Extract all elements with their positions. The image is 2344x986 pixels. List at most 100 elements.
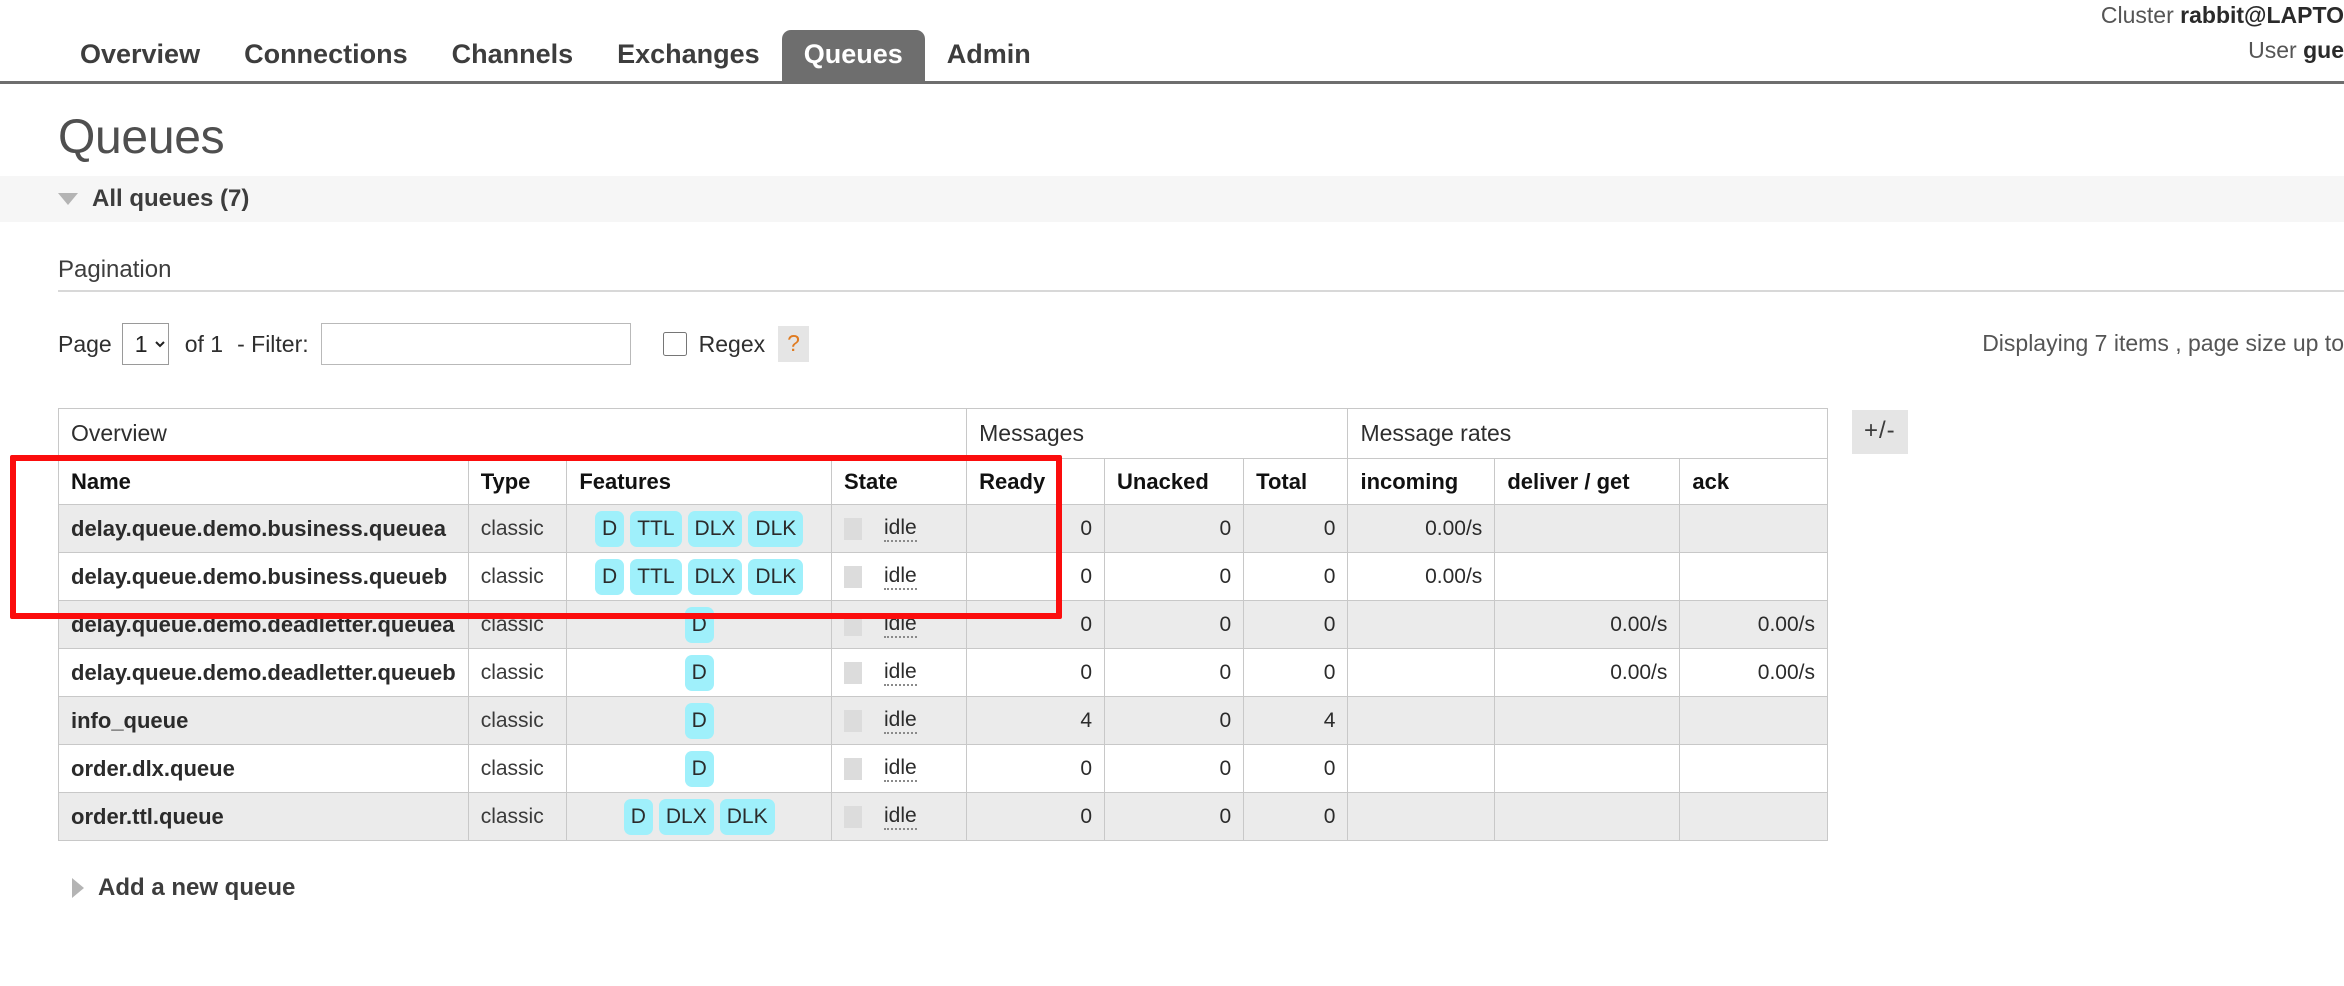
queue-deliver-get-cell <box>1494 744 1681 793</box>
queue-incoming-cell: 0.00/s <box>1347 552 1496 601</box>
table-row[interactable]: delay.queue.demo.business.queueb classic D… <box>58 552 1828 601</box>
table-row[interactable]: delay.queue.demo.business.queuea classic D… <box>58 504 1828 553</box>
column-header-deliver-get[interactable]: deliver / get <box>1494 458 1681 505</box>
queue-total-cell: 0 <box>1243 648 1349 697</box>
column-header-name[interactable]: Name <box>58 458 469 505</box>
state-square-icon <box>844 709 862 732</box>
queue-type-cell: classic <box>467 552 568 601</box>
state-indicator-wrap: idle <box>844 516 954 542</box>
queue-type-cell: classic <box>467 792 568 841</box>
state-square-icon <box>844 565 862 588</box>
queue-deliver-get-cell <box>1494 792 1681 841</box>
feature-badge-d: D <box>684 654 714 691</box>
displaying-items-info: Displaying 7 items , page size up to <box>1982 330 2344 356</box>
status-badge: idle <box>884 564 917 590</box>
column-header-state[interactable]: State <box>830 458 968 505</box>
queue-type-cell: classic <box>467 504 568 553</box>
chevron-down-icon[interactable] <box>58 193 78 205</box>
status-badge: idle <box>884 612 917 638</box>
table-group-header-row: Overview Messages Message rates <box>57 408 1828 459</box>
column-header-ready[interactable]: Ready <box>966 458 1106 505</box>
queue-features-cell: D <box>566 696 832 745</box>
help-icon[interactable]: ? <box>778 326 809 362</box>
nav-tab-admin[interactable]: Admin <box>925 30 1053 81</box>
status-badge: idle <box>884 708 917 734</box>
queue-incoming-cell <box>1347 648 1496 697</box>
queue-name-cell[interactable]: delay.queue.demo.business.queuea <box>58 504 469 553</box>
queue-ready-cell: 4 <box>966 696 1106 745</box>
queue-features-cell: D DLX DLK <box>566 792 832 841</box>
queue-state-cell: idle <box>830 696 968 745</box>
nav-list: Overview Connections Channels Exchanges … <box>0 20 2344 81</box>
queue-unacked-cell: 0 <box>1104 552 1245 601</box>
table-row[interactable]: order.dlx.queue classic Didle 0 0 0 <box>58 744 1828 793</box>
queue-total-cell: 0 <box>1243 552 1349 601</box>
queue-type-cell: classic <box>467 648 568 697</box>
queue-state-cell: idle <box>830 504 968 553</box>
queue-ack-cell <box>1679 744 1828 793</box>
nav-tab-overview[interactable]: Overview <box>58 30 222 81</box>
table-row[interactable]: delay.queue.demo.deadletter.queuea classi… <box>58 600 1828 649</box>
nav-tab-channels[interactable]: Channels <box>430 30 596 81</box>
queue-ack-cell <box>1679 504 1828 553</box>
table-row[interactable]: delay.queue.demo.deadletter.queueb classi… <box>58 648 1828 697</box>
queue-name-cell[interactable]: delay.queue.demo.deadletter.queuea <box>58 600 469 649</box>
table-row[interactable]: info_queue classic Didle 4 0 4 <box>58 696 1828 745</box>
queue-name-cell[interactable]: order.dlx.queue <box>58 744 469 793</box>
queue-name-cell[interactable]: delay.queue.demo.business.queueb <box>58 552 469 601</box>
column-header-features[interactable]: Features <box>566 458 832 505</box>
state-square-icon <box>844 517 862 540</box>
pagination-heading: Pagination <box>58 256 172 283</box>
queue-ack-cell <box>1679 552 1828 601</box>
queue-total-cell: 0 <box>1243 744 1349 793</box>
queue-incoming-cell: 0.00/s <box>1347 504 1496 553</box>
group-header-messages: Messages <box>966 408 1349 459</box>
feature-badge-dlk: DLK <box>719 798 775 835</box>
column-header-ack[interactable]: ack <box>1679 458 1828 505</box>
queue-total-cell: 0 <box>1243 792 1349 841</box>
feature-badge-dlx: DLX <box>687 558 743 595</box>
queue-ready-cell: 0 <box>966 504 1106 553</box>
table-row[interactable]: order.ttl.queue classic D DLX DLK idle 0 0 0 <box>58 792 1828 841</box>
queues-table-body: delay.queue.demo.business.queuea classic D… <box>58 504 1828 841</box>
feature-badge-dlx: DLX <box>658 798 714 835</box>
regex-checkbox[interactable] <box>662 332 687 356</box>
nav-tab-connections[interactable]: Connections <box>222 30 430 81</box>
all-queues-section-toggle[interactable]: All queues (7) <box>0 176 2344 222</box>
page-label: Page <box>58 330 112 357</box>
nav-tab-queues[interactable]: Queues <box>781 30 925 81</box>
column-header-incoming[interactable]: incoming <box>1347 458 1496 505</box>
queue-name-cell[interactable]: info_queue <box>58 696 469 745</box>
status-badge: idle <box>884 804 917 830</box>
status-badge: idle <box>884 660 917 686</box>
column-header-unacked[interactable]: Unacked <box>1104 458 1245 505</box>
queue-features-cell: D <box>566 744 832 793</box>
column-header-total[interactable]: Total <box>1243 458 1349 505</box>
queue-incoming-cell <box>1347 696 1496 745</box>
queue-deliver-get-cell: 0.00/s <box>1494 648 1681 697</box>
column-header-type[interactable]: Type <box>467 458 568 505</box>
page-total-label: of 1 <box>184 330 224 357</box>
queue-state-cell: idle <box>830 552 968 601</box>
queue-name-cell[interactable]: order.ttl.queue <box>58 792 469 841</box>
nav-tab-exchanges[interactable]: Exchanges <box>595 30 782 81</box>
group-header-overview: Overview <box>57 408 968 459</box>
queue-type-cell: classic <box>467 600 568 649</box>
queue-ack-cell <box>1679 696 1828 745</box>
queue-unacked-cell: 0 <box>1104 504 1245 553</box>
queue-state-cell: idle <box>830 648 968 697</box>
add-new-queue-toggle[interactable]: Add a new queue <box>72 874 295 902</box>
queue-deliver-get-cell <box>1494 552 1681 601</box>
state-indicator-wrap: idle <box>844 804 954 830</box>
queue-ready-cell: 0 <box>966 648 1106 697</box>
toggle-columns-button[interactable]: +/- <box>1852 410 1908 454</box>
feature-badge-d: D <box>623 798 653 835</box>
queue-features-cell: D <box>566 600 832 649</box>
state-indicator-wrap: idle <box>844 708 954 734</box>
queue-incoming-cell <box>1347 600 1496 649</box>
page-select[interactable]: 1 <box>121 323 169 365</box>
feature-badge-dlk: DLK <box>748 558 804 595</box>
queue-name-cell[interactable]: delay.queue.demo.deadletter.queueb <box>58 648 469 697</box>
chevron-right-icon[interactable] <box>72 878 84 898</box>
filter-input[interactable] <box>320 323 631 365</box>
